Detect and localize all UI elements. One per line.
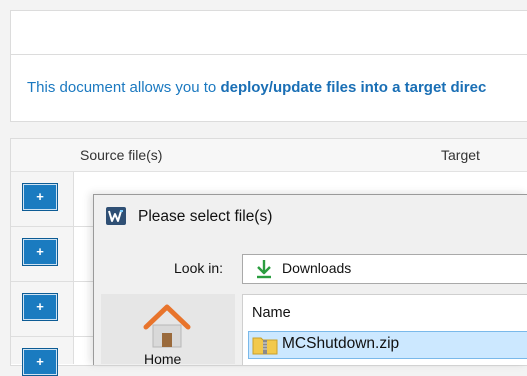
add-row-button[interactable]: + bbox=[22, 348, 58, 376]
dialog-title: Please select file(s) bbox=[138, 208, 273, 225]
look-in-value: Downloads bbox=[282, 260, 352, 276]
home-icon[interactable] bbox=[142, 303, 192, 349]
top-panel bbox=[10, 10, 527, 55]
intro-text-bold: deploy/update files into a target direc bbox=[220, 79, 487, 96]
add-row-button[interactable]: + bbox=[22, 183, 58, 211]
add-row-button[interactable]: + bbox=[22, 293, 58, 321]
intro-text: This document allows you to deploy/updat… bbox=[27, 79, 486, 96]
look-in-label: Look in: bbox=[174, 260, 224, 276]
intro-text-prefix: This document allows you to bbox=[27, 79, 221, 96]
column-header-source: Source file(s) bbox=[80, 147, 163, 163]
download-folder-icon bbox=[254, 258, 274, 280]
column-header-name[interactable]: Name bbox=[252, 305, 291, 321]
places-item-home[interactable]: Home bbox=[144, 351, 181, 367]
column-header-target: Target bbox=[441, 147, 480, 163]
add-row-button[interactable]: + bbox=[22, 238, 58, 266]
zip-file-icon bbox=[252, 335, 278, 355]
app-icon bbox=[106, 207, 126, 225]
file-name: MCShutdown.zip bbox=[282, 335, 400, 352]
